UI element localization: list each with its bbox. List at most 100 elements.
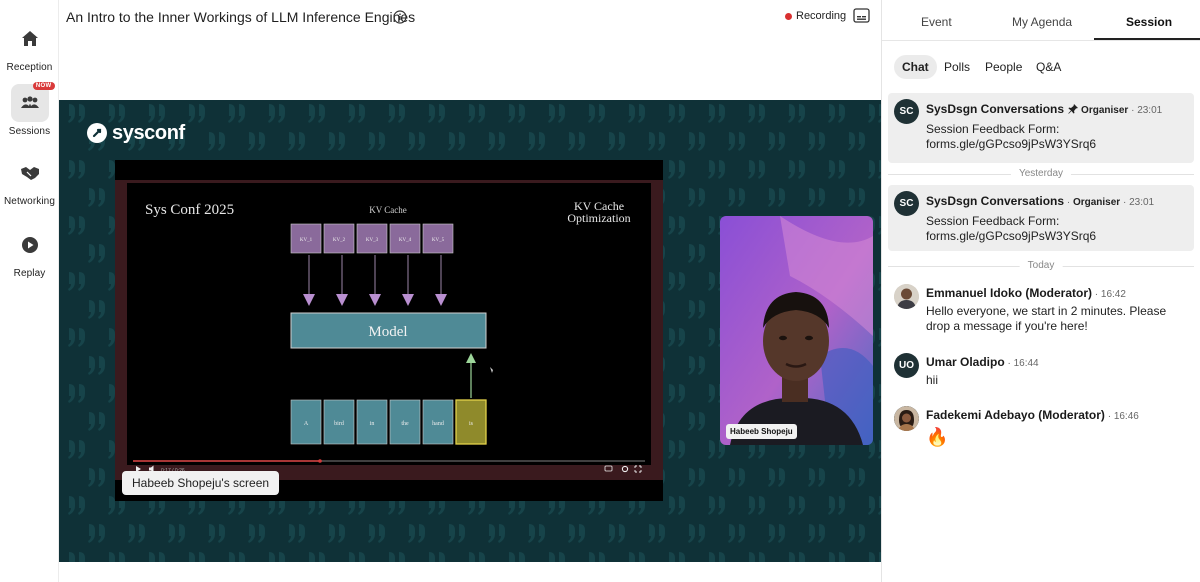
pattern-mark [448, 524, 465, 543]
pattern-mark [668, 384, 685, 403]
subtab-qa[interactable]: Q&A [1028, 55, 1069, 79]
message-author[interactable]: Fadekemi Adebayo (Moderator) [926, 408, 1105, 422]
pattern-mark [668, 160, 685, 179]
speaker-camera[interactable]: Habeeb Shopeju [720, 216, 873, 445]
nav-item-replay[interactable]: Replay [0, 226, 59, 279]
pattern-mark [688, 244, 705, 263]
kv-box-label: KV_2 [333, 238, 346, 243]
info-icon[interactable] [393, 10, 407, 24]
captions-icon[interactable] [853, 8, 870, 23]
pattern-mark [148, 104, 165, 123]
nav-item-networking[interactable]: Networking [0, 154, 59, 207]
pattern-mark [568, 524, 585, 543]
subtab-chat[interactable]: Chat [894, 55, 937, 79]
pattern-mark [108, 104, 125, 123]
pattern-mark [768, 468, 785, 487]
pattern-mark [688, 132, 705, 151]
pattern-mark [688, 356, 705, 375]
pattern-mark [749, 552, 765, 562]
pattern-mark [88, 468, 105, 487]
pattern-mark [688, 412, 705, 431]
message-author[interactable]: SysDsgn Conversations [926, 102, 1064, 116]
model-label: Model [368, 324, 407, 340]
pattern-mark [348, 104, 365, 123]
play-circle-icon [11, 226, 49, 264]
pattern-mark [448, 132, 465, 151]
pattern-mark [608, 524, 625, 543]
kv-box-label: KV_1 [300, 238, 313, 243]
shared-screen[interactable]: Sys Conf 2025 KV Cache KV Cache Optimiza… [115, 160, 663, 501]
pattern-mark [488, 132, 505, 151]
message-author[interactable]: Emmanuel Idoko (Moderator) [926, 286, 1092, 300]
pattern-mark [208, 524, 225, 543]
pattern-mark [728, 468, 745, 487]
tab-session[interactable]: Session [1126, 15, 1172, 29]
avatar: SC [894, 99, 919, 124]
pattern-mark [668, 272, 685, 291]
seek-bar-thumb[interactable] [318, 459, 322, 463]
chat-message: Emmanuel Idoko (Moderator) · 16:42 Hello… [888, 281, 1194, 337]
pattern-mark [589, 552, 605, 562]
message-role: Organiser [1072, 197, 1121, 208]
pattern-mark [829, 552, 845, 562]
nav-item-sessions[interactable]: NOW Sessions [0, 82, 59, 137]
pattern-mark [768, 132, 785, 151]
pattern-mark [709, 552, 725, 562]
pattern-mark [788, 160, 805, 179]
chat-message: UO Umar Oladipo · 16:44 hii [888, 351, 1194, 391]
feedback-link[interactable]: forms.gle/gGPcso9jPsW3YSrq6 [926, 137, 1188, 152]
message-author[interactable]: SysDsgn Conversations [926, 194, 1064, 208]
feedback-link[interactable]: forms.gle/gGPcso9jPsW3YSrq6 [926, 229, 1188, 244]
message-header: Umar Oladipo · 16:44 [926, 355, 1039, 369]
pattern-mark [668, 216, 685, 235]
message-time: 23:01 [1129, 197, 1155, 208]
pattern-mark [208, 132, 225, 151]
pattern-mark [789, 552, 805, 562]
pattern-mark [608, 132, 625, 151]
pattern-mark [88, 524, 105, 543]
pattern-mark [628, 104, 645, 123]
now-badge: NOW [32, 82, 55, 90]
pattern-mark [188, 104, 205, 123]
pattern-mark [768, 524, 785, 543]
recording-dot-icon [785, 13, 792, 20]
avatar-photo [894, 406, 919, 431]
message-header: SysDsgn Conversations Organiser · 23:01 [926, 102, 1163, 116]
pattern-mark [429, 552, 445, 562]
message-author[interactable]: Umar Oladipo [926, 355, 1005, 369]
message-body: Hello everyone, we start in 2 minutes. P… [926, 304, 1167, 333]
pattern-mark [708, 104, 725, 123]
kv-box-label: KV_5 [432, 238, 445, 243]
pattern-mark [869, 552, 881, 562]
nav-label-replay: Replay [13, 268, 46, 279]
pattern-mark [748, 160, 765, 179]
nav-item-reception[interactable]: Reception [0, 20, 59, 73]
nav-label-sessions: Sessions [8, 126, 51, 137]
pattern-mark [688, 300, 705, 319]
fire-emoji: 🔥 [926, 427, 949, 447]
pattern-mark [748, 104, 765, 123]
subtab-people[interactable]: People [977, 55, 1030, 79]
pattern-mark [728, 188, 745, 207]
subtab-polls[interactable]: Polls [936, 55, 978, 79]
pattern-mark [748, 496, 765, 515]
message-body: Session Feedback Form: forms.gle/gGPcso9… [926, 122, 1188, 152]
handshake-icon [11, 154, 49, 192]
message-header: Fadekemi Adebayo (Moderator) · 16:46 [926, 408, 1139, 422]
pattern-mark [308, 104, 325, 123]
tab-my-agenda[interactable]: My Agenda [1012, 15, 1072, 29]
token-label: hand [432, 421, 444, 427]
recording-label: Recording [796, 10, 847, 22]
message-role: Organiser [1081, 105, 1129, 116]
pattern-mark [828, 160, 845, 179]
left-navigation: Reception NOW Sessions Networking Replay [0, 0, 59, 582]
pattern-mark [828, 104, 845, 123]
pattern-mark [68, 440, 85, 459]
pattern-mark [268, 104, 285, 123]
avatar: UO [894, 353, 919, 378]
pattern-mark [508, 104, 525, 123]
speaker-video [720, 216, 873, 445]
pattern-mark [668, 496, 685, 515]
chat-list[interactable]: SC SysDsgn Conversations Organiser · 23:0… [882, 93, 1200, 582]
tab-event[interactable]: Event [921, 15, 952, 29]
